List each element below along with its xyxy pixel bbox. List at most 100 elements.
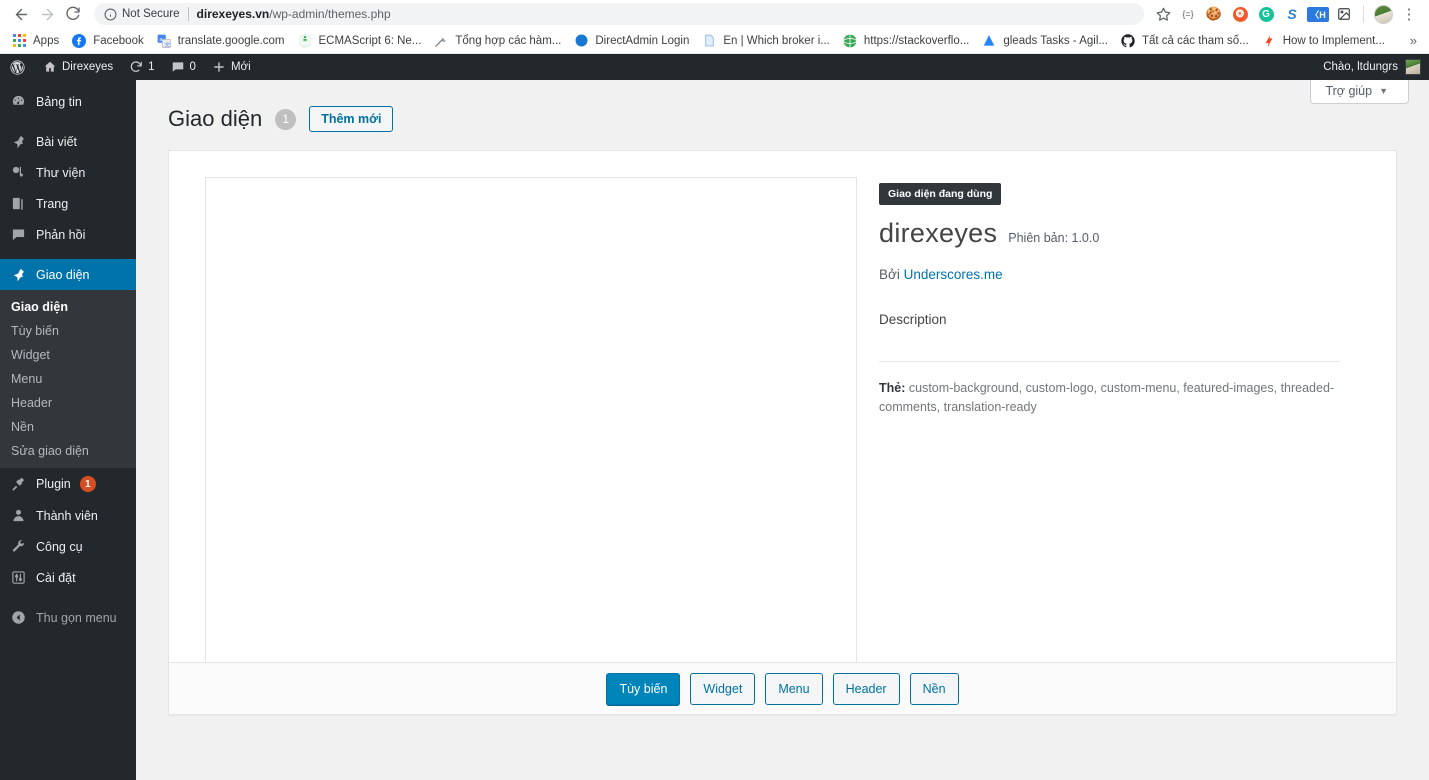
toolbar-divider [1363,5,1364,23]
profile-avatar[interactable] [1371,2,1395,26]
submenu-item-customize[interactable]: Tùy biến [0,319,136,343]
admin-sidebar: Bảng tin Bài viết Thư viện Trang Phản hồ… [0,80,144,780]
bookmark-label: Tổng hợp các hàm... [455,34,562,47]
bookmark-label: https://stackoverflo... [863,34,970,47]
bookmark-how-to-implement[interactable]: How to Implement... [1256,31,1392,51]
account-menu[interactable]: Chào, ltdungrs [1323,59,1429,75]
bookmark-label: gleads Tasks - Agil... [1003,34,1108,47]
sidebar-item-pages[interactable]: Trang [0,188,136,219]
bookmark-gleads-tasks[interactable]: gleads Tasks - Agil... [976,31,1115,51]
active-theme-badge: Giao diện đang dùng [879,183,1002,205]
customize-button[interactable]: Tùy biến [606,672,681,705]
tools-icon [9,539,27,554]
bookmark-tat-ca-tham-so[interactable]: Tất cả các tham số... [1115,31,1256,51]
bookmark-tong-hop[interactable]: Tổng hợp các hàm... [428,31,568,51]
site-name-menu[interactable]: Direxeyes [35,54,121,80]
help-toggle-button[interactable]: Trợ giúp ▼ [1310,80,1409,104]
new-content-menu[interactable]: Mới [204,54,259,80]
bookmark-label: translate.google.com [177,34,285,47]
facebook-icon [71,33,87,49]
dashboard-icon [9,94,27,109]
admin-wrap: Bảng tin Bài viết Thư viện Trang Phản hồ… [0,80,1429,780]
screen-meta-links: Trợ giúp ▼ [1310,80,1409,104]
chrome-menu-icon[interactable]: ⋮ [1397,2,1421,26]
chevron-down-icon: ▼ [1379,86,1388,96]
sidebar-item-dashboard[interactable]: Bảng tin [0,86,136,117]
theme-author-link[interactable]: Underscores.me [904,267,1003,282]
sidebar-item-label: Bảng tin [36,94,82,109]
wordpress-logo-icon[interactable] [0,54,35,80]
submenu-item-themes[interactable]: Giao diện [0,295,136,319]
bookmark-ecmascript[interactable]: ECMAScript 6: Ne... [292,31,429,51]
cookie-extension-icon[interactable]: 🍪 [1202,2,1226,26]
comments-count: 0 [189,61,196,73]
bookmark-en-broker[interactable]: En | Which broker i... [696,31,837,51]
submenu-item-header[interactable]: Header [0,391,136,415]
bookmarks-overflow-icon[interactable]: » [1410,33,1423,48]
help-label: Trợ giúp [1325,84,1373,98]
globe-icon [297,33,313,49]
page-header: Giao diện 1 Thêm mới [156,80,1409,150]
blue-h-extension-icon[interactable]: 〈H [1306,2,1330,26]
menus-button[interactable]: Menu [765,672,823,705]
new-label: Mới [230,61,251,73]
reload-button[interactable] [60,1,86,27]
theme-divider [879,360,1340,362]
theme-info: Giao diện đang dùng direxeyes Phiên bản:… [857,177,1360,669]
users-icon [9,508,27,523]
collapse-menu-button[interactable]: Thu gọn menu [0,602,136,633]
blue-s-extension-icon[interactable]: S [1280,2,1304,26]
submenu-item-theme-editor[interactable]: Sửa giao diện [0,439,136,463]
url-path: /wp-admin/themes.php [269,7,391,21]
omnibox-divider [187,7,189,21]
add-new-theme-button[interactable]: Thêm mới [309,106,394,132]
bookmark-stackoverflow[interactable]: https://stackoverflo... [837,31,976,51]
pages-icon [9,196,27,211]
submenu-item-menus[interactable]: Menu [0,367,136,391]
avatar [1405,59,1421,75]
sidebar-item-label: Bài viết [36,134,77,149]
sidebar-item-posts[interactable]: Bài viết [0,126,136,157]
sidebar-item-appearance[interactable]: Giao diện [0,259,144,290]
brackets-extension-icon[interactable]: {=} [1176,2,1200,26]
comments-menu[interactable]: 0 [163,54,204,80]
sidebar-item-settings[interactable]: Cài đặt [0,562,136,593]
header-button[interactable]: Header [832,672,900,705]
bookmark-label: Apps [33,34,60,47]
admin-main: Trợ giúp ▼ Giao diện 1 Thêm mới Giao diệ… [136,80,1429,780]
browser-chrome: Not Secure direxeyes.vn/wp-admin/themes.… [0,0,1429,54]
address-bar[interactable]: Not Secure direxeyes.vn/wp-admin/themes.… [94,3,1144,25]
updates-menu[interactable]: 1 [121,54,162,80]
sidebar-item-label: Phản hồi [36,227,86,242]
grammarly-extension-icon[interactable]: G [1254,2,1278,26]
theme-actions-bar: Tùy biến Widget Menu Header Nền [169,662,1396,714]
bookmark-facebook[interactable]: Facebook [66,31,151,51]
back-button[interactable] [8,1,34,27]
bookmark-label: Tất cả các tham số... [1141,34,1249,47]
not-secure-info-icon[interactable] [104,8,117,21]
orange-extension-icon[interactable]: ❂ [1228,2,1252,26]
submenu-item-widgets[interactable]: Widget [0,343,136,367]
theme-screenshot-preview[interactable] [205,177,857,669]
sidebar-item-label: Thành viên [36,508,98,523]
sidebar-item-media[interactable]: Thư viện [0,157,136,188]
bookmark-star-icon[interactable] [1150,1,1176,27]
image-extension-icon[interactable] [1332,2,1356,26]
background-button[interactable]: Nền [909,672,959,705]
bookmark-translate[interactable]: a文 translate.google.com [151,31,292,51]
sidebar-item-plugins[interactable]: Plugin 1 [0,468,136,500]
page-title: Giao diện [168,106,263,131]
widgets-button[interactable]: Widget [690,672,756,705]
theme-overview: Giao diện đang dùng direxeyes Phiên bản:… [169,151,1396,669]
sidebar-item-comments[interactable]: Phản hồi [0,219,136,250]
theme-count-badge: 1 [275,108,297,130]
forward-button[interactable] [34,1,60,27]
sidebar-item-users[interactable]: Thành viên [0,500,136,531]
bookmark-label: ECMAScript 6: Ne... [318,34,422,47]
bookmark-directadmin[interactable]: DirectAdmin Login [568,31,696,51]
sidebar-item-tools[interactable]: Công cụ [0,531,136,562]
theme-tags: Thẻ: custom-background, custom-logo, cus… [879,379,1340,418]
bookmark-apps[interactable]: Apps [6,31,66,51]
submenu-item-background[interactable]: Nền [0,415,136,439]
theme-author-prefix: Bởi [879,267,900,282]
